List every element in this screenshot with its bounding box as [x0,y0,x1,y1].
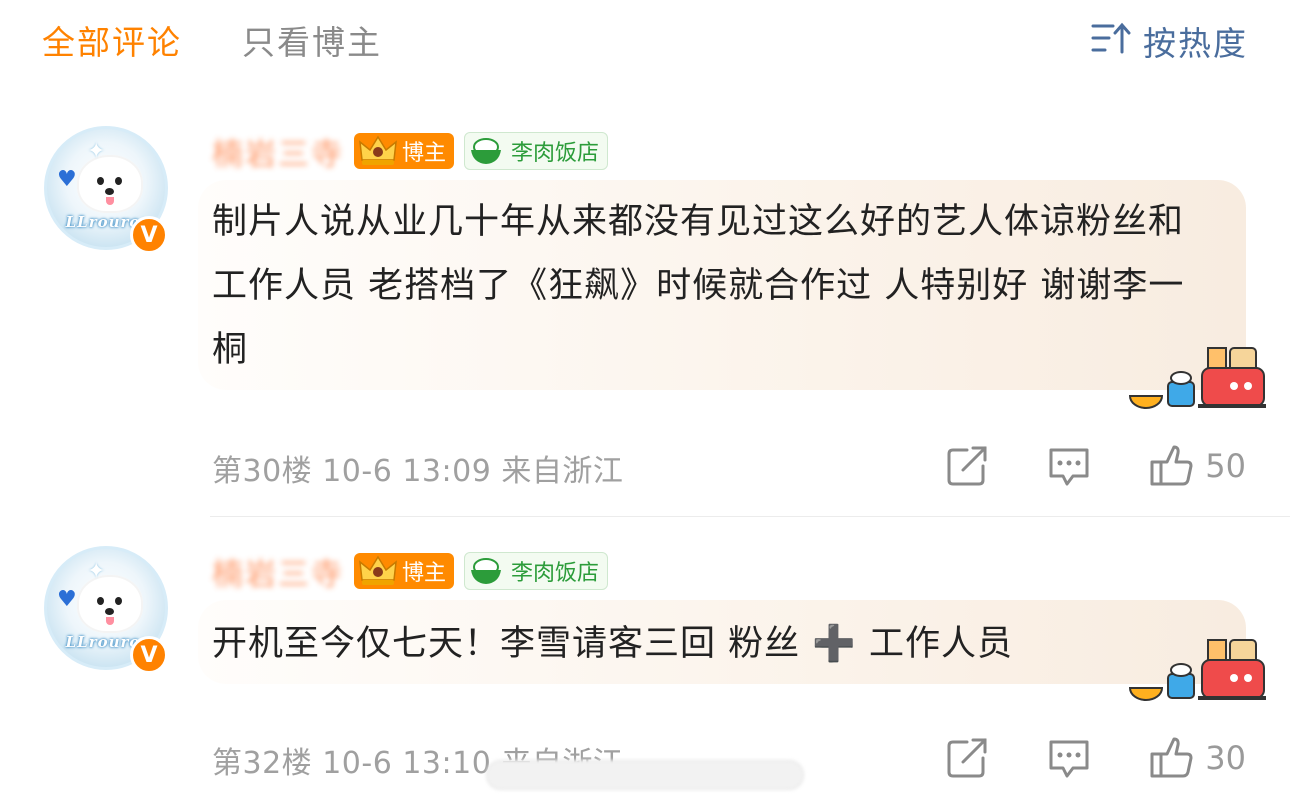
like-count: 50 [1205,447,1246,485]
comment-tabs: 全部评论 只看博主 按热度 [42,20,1248,68]
comment-text: 开机至今仅七天！李雪请客三回 粉丝 ➕ 工作人员 [212,624,1013,664]
verified-icon: V [130,216,168,254]
sort-label: 按热度 [1143,24,1248,63]
like-count: 30 [1205,739,1246,777]
sort-button[interactable]: 按热度 [1091,20,1248,68]
fan-badge-label: 李肉饭店 [511,561,600,586]
share-icon[interactable] [943,442,991,490]
crown-icon [358,134,398,168]
fan-badge-label: 李肉饭店 [511,141,600,166]
username[interactable]: 楠岩三寺 [212,549,344,594]
breakfast-decoration [1128,638,1266,702]
fan-badge[interactable]: 李肉饭店 [464,552,609,590]
tab-author-only[interactable]: 只看博主 [242,20,382,66]
comment-actions: 30 [943,734,1246,782]
author-badge: 博主 [354,133,455,169]
like-icon[interactable] [1147,442,1195,490]
rice-bowl-icon [469,556,503,586]
breakfast-decoration [1128,346,1266,410]
heart-icon: ♥ [57,167,77,192]
author-badge: 博主 [354,553,455,589]
comment-actions: 50 [943,442,1246,490]
comment-icon[interactable] [1045,442,1093,490]
watermark-overlay [486,760,804,790]
verified-icon: V [130,636,168,674]
comment-meta: 第30楼 10-6 13:09 来自浙江 [212,454,624,489]
author-badge-label: 博主 [402,141,447,166]
comment-text: 制片人说从业几十年从来都没有见过这么好的艺人体谅粉丝和工作人员 老搭档了《狂飙》… [212,202,1185,370]
fan-badge[interactable]: 李肉饭店 [464,132,609,170]
star-icon: ✦ [87,559,106,584]
like-icon[interactable] [1147,734,1195,782]
tab-all-comments[interactable]: 全部评论 [42,20,182,66]
crown-icon [358,554,398,588]
username[interactable]: 楠岩三寺 [212,129,344,174]
divider [210,516,1290,517]
comment-header: 楠岩三寺 博主 李肉饭店 [212,549,609,594]
heart-icon: ♥ [57,587,77,612]
author-badge-label: 博主 [402,561,447,586]
star-icon: ✦ [87,139,106,164]
comment-icon[interactable] [1045,734,1093,782]
sort-icon [1091,20,1131,68]
rice-bowl-icon [469,136,503,166]
share-icon[interactable] [943,734,991,782]
comment-header: 楠岩三寺 博主 李肉饭店 [212,129,609,174]
